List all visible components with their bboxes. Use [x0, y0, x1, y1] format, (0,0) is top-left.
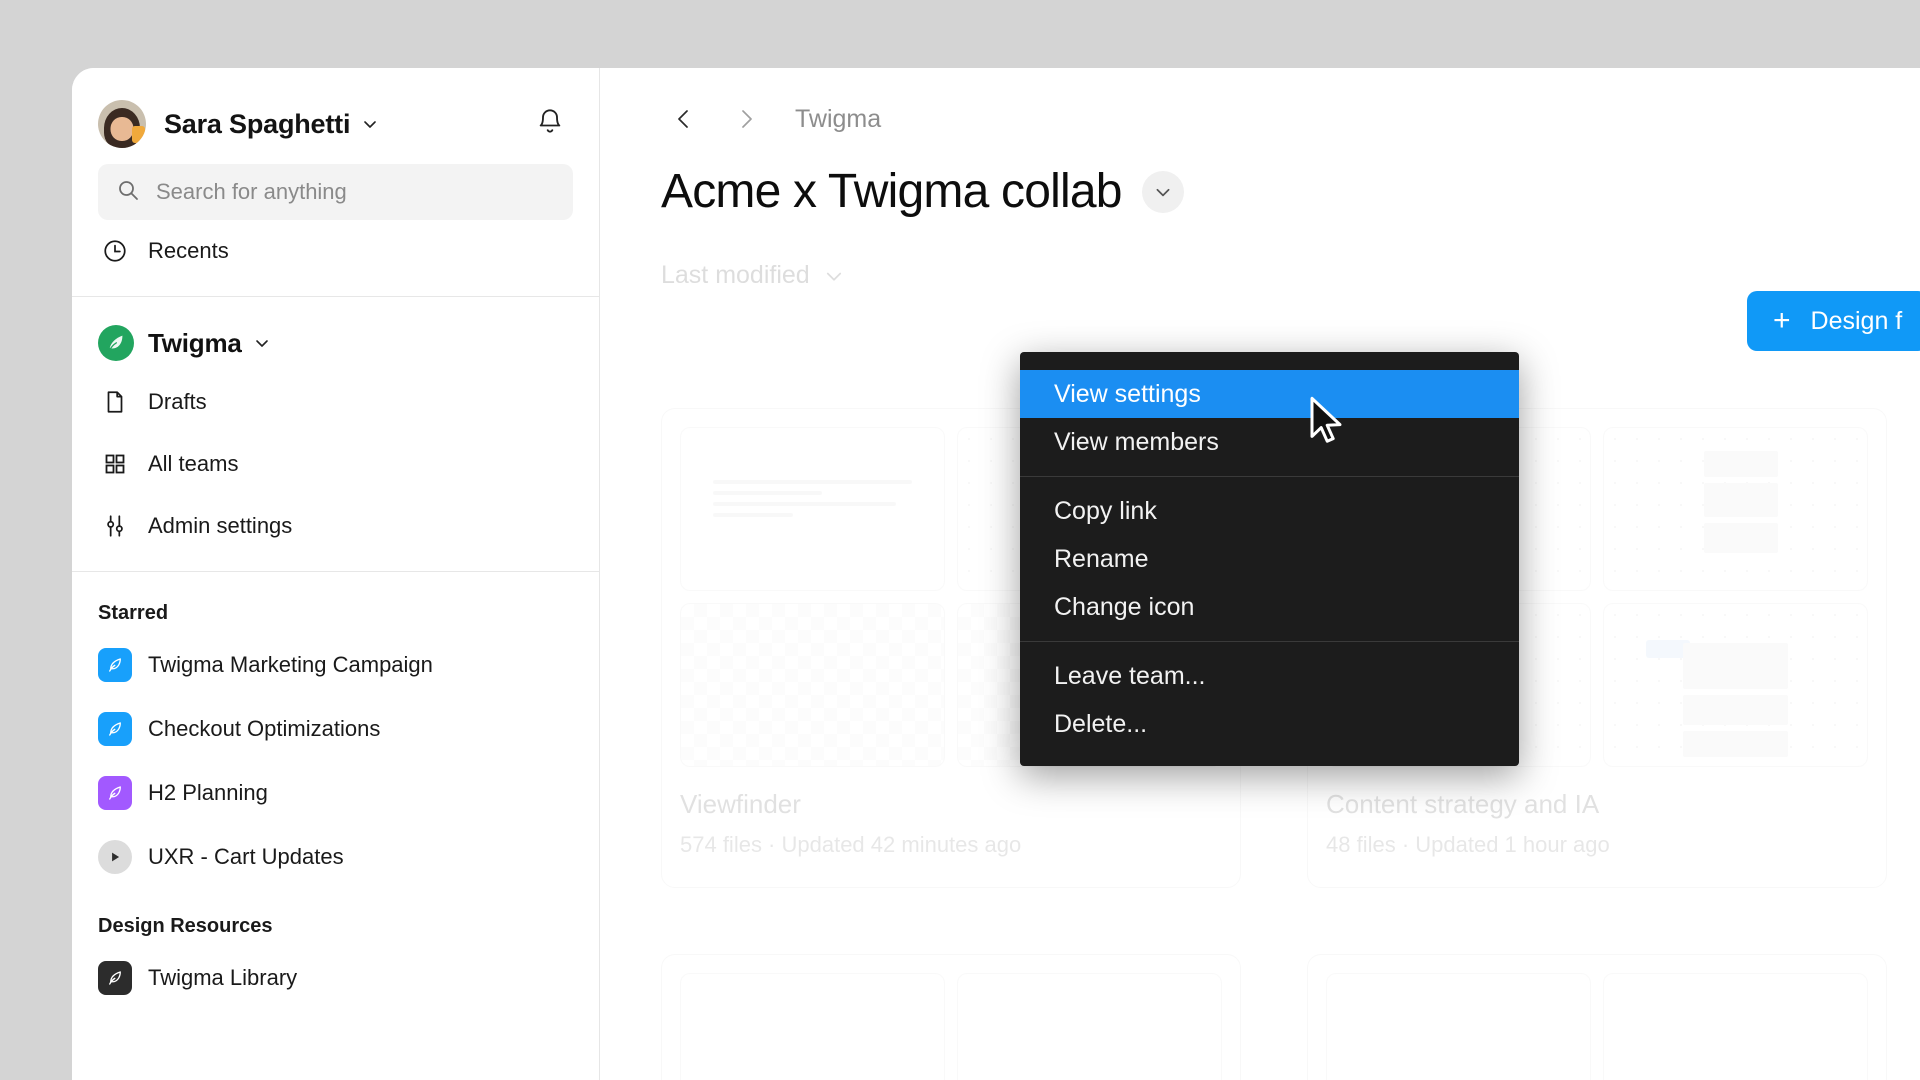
thumbnail — [680, 427, 945, 591]
twigma-file-icon — [98, 648, 132, 682]
chevron-left-icon[interactable] — [661, 96, 707, 142]
sort-label: Last modified — [661, 261, 810, 289]
twigma-file-icon — [98, 961, 132, 995]
thumbnail — [1603, 973, 1868, 1080]
sidebar-item-all-teams[interactable]: All teams — [72, 433, 599, 495]
section-title-design-resources: Design Resources — [98, 915, 273, 937]
thumbnail-lines — [712, 479, 913, 524]
twigma-file-icon — [98, 776, 132, 810]
sidebar-item-label: All teams — [148, 451, 239, 476]
menu-item-delete[interactable]: Delete... — [1020, 700, 1519, 748]
team-switcher[interactable]: Twigma — [72, 311, 599, 371]
create-design-file-button[interactable]: + Design f — [1747, 291, 1920, 351]
context-menu-group: Leave team... Delete... — [1020, 641, 1519, 758]
thumbnail — [1326, 973, 1591, 1080]
sidebar-file-uxr-cart-updates[interactable]: UXR - Cart Updates — [72, 825, 599, 889]
twigma-leaf-logo — [98, 325, 134, 361]
user-name[interactable]: Sara Spaghetti — [164, 109, 350, 140]
project-name: Content strategy and IA — [1326, 789, 1600, 819]
sidebar-header: Sara Spaghetti — [72, 68, 599, 154]
sidebar-item-label: Admin settings — [148, 513, 293, 538]
chevron-down-icon[interactable] — [362, 116, 378, 132]
thumbnail-wireframe — [1682, 642, 1789, 760]
project-meta: 48 files · Updated 1 hour ago — [1326, 832, 1610, 857]
sidebar-divider-1 — [72, 296, 599, 297]
thumbnail — [680, 973, 945, 1080]
sidebar-item-label: Recents — [148, 238, 229, 263]
notifications-button[interactable] — [527, 101, 573, 147]
sidebar-item-drafts[interactable]: Drafts — [72, 371, 599, 433]
chevron-down-icon[interactable] — [1141, 170, 1184, 213]
page-title: Acme x Twigma collab — [661, 165, 1122, 218]
menu-item-copy-link[interactable]: Copy link — [1020, 487, 1519, 535]
create-design-file-label: Design f — [1810, 306, 1903, 335]
project-card[interactable] — [661, 954, 1241, 1080]
sidebar-file-label: UXR - Cart Updates — [148, 844, 344, 869]
sidebar-item-label: Drafts — [148, 389, 207, 414]
search-icon — [116, 178, 140, 207]
thumbnail — [1603, 427, 1868, 591]
thumbnail — [1603, 603, 1868, 767]
play-circle-icon — [98, 840, 132, 874]
menu-item-leave-team[interactable]: Leave team... — [1020, 652, 1519, 700]
breadcrumb-team[interactable]: Twigma — [795, 105, 881, 134]
sliders-icon — [98, 513, 132, 539]
menu-item-rename[interactable]: Rename — [1020, 535, 1519, 583]
project-name: Viewfinder — [680, 789, 801, 819]
grid-icon — [98, 452, 132, 476]
thumbnail — [680, 603, 945, 767]
project-meta: 574 files · Updated 42 minutes ago — [680, 832, 1022, 857]
context-menu-group: Copy link Rename Change icon — [1020, 476, 1519, 641]
menu-item-view-settings[interactable]: View settings — [1020, 370, 1519, 418]
sidebar-item-recents[interactable]: Recents — [72, 220, 599, 282]
plus-icon: + — [1773, 304, 1791, 337]
menu-item-change-icon[interactable]: Change icon — [1020, 583, 1519, 631]
team-name: Twigma — [148, 327, 242, 358]
app-window: Sara Spaghetti Search for anything Recen… — [72, 68, 1920, 1080]
page-title-row: Acme x Twigma collab + Design f — [601, 146, 1920, 351]
card-thumbnails — [1326, 973, 1868, 1080]
sidebar-file-label: H2 Planning — [148, 780, 268, 805]
section-title-starred: Starred — [98, 602, 169, 624]
avatar[interactable] — [98, 100, 146, 148]
search-input[interactable] — [156, 179, 555, 205]
chevron-down-icon — [824, 266, 844, 286]
menu-item-view-members[interactable]: View members — [1020, 418, 1519, 466]
search-container — [72, 154, 599, 220]
context-menu: View settings View members Copy link Ren… — [1020, 352, 1519, 766]
bell-icon — [536, 108, 564, 141]
sidebar-file-label: Twigma Library — [148, 965, 298, 990]
app-root: Sara Spaghetti Search for anything Recen… — [0, 0, 1920, 1080]
twigma-file-icon — [98, 712, 132, 746]
chevron-right-icon[interactable] — [723, 96, 769, 142]
thumbnail-wireframe — [1703, 450, 1778, 568]
thumbnail — [957, 973, 1222, 1080]
sidebar: Sara Spaghetti Search for anything Recen… — [72, 68, 600, 1080]
sort-control[interactable]: Last modified — [601, 219, 1920, 290]
search-box[interactable] — [98, 164, 573, 220]
clock-icon — [98, 238, 132, 264]
chevron-down-icon[interactable] — [254, 335, 270, 351]
sidebar-file-checkout-optimizations[interactable]: Checkout Optimizations — [72, 697, 599, 761]
document-icon — [98, 389, 132, 415]
sidebar-file-twigma-marketing-campaign[interactable]: Twigma Marketing Campaign — [72, 633, 599, 697]
sidebar-file-twigma-library[interactable]: Twigma Library — [72, 946, 599, 1010]
card-thumbnails — [680, 973, 1222, 1080]
avatar-drink — [132, 126, 145, 143]
project-card[interactable] — [1307, 954, 1887, 1080]
sidebar-item-admin-settings[interactable]: Admin settings — [72, 495, 599, 557]
context-menu-group: View settings View members — [1020, 360, 1519, 476]
sidebar-file-h2-planning[interactable]: H2 Planning — [72, 761, 599, 825]
sidebar-divider-2 — [72, 571, 599, 572]
breadcrumb: Twigma — [601, 68, 1920, 146]
sidebar-file-label: Twigma Marketing Campaign — [148, 652, 433, 677]
sidebar-file-label: Checkout Optimizations — [148, 716, 381, 741]
